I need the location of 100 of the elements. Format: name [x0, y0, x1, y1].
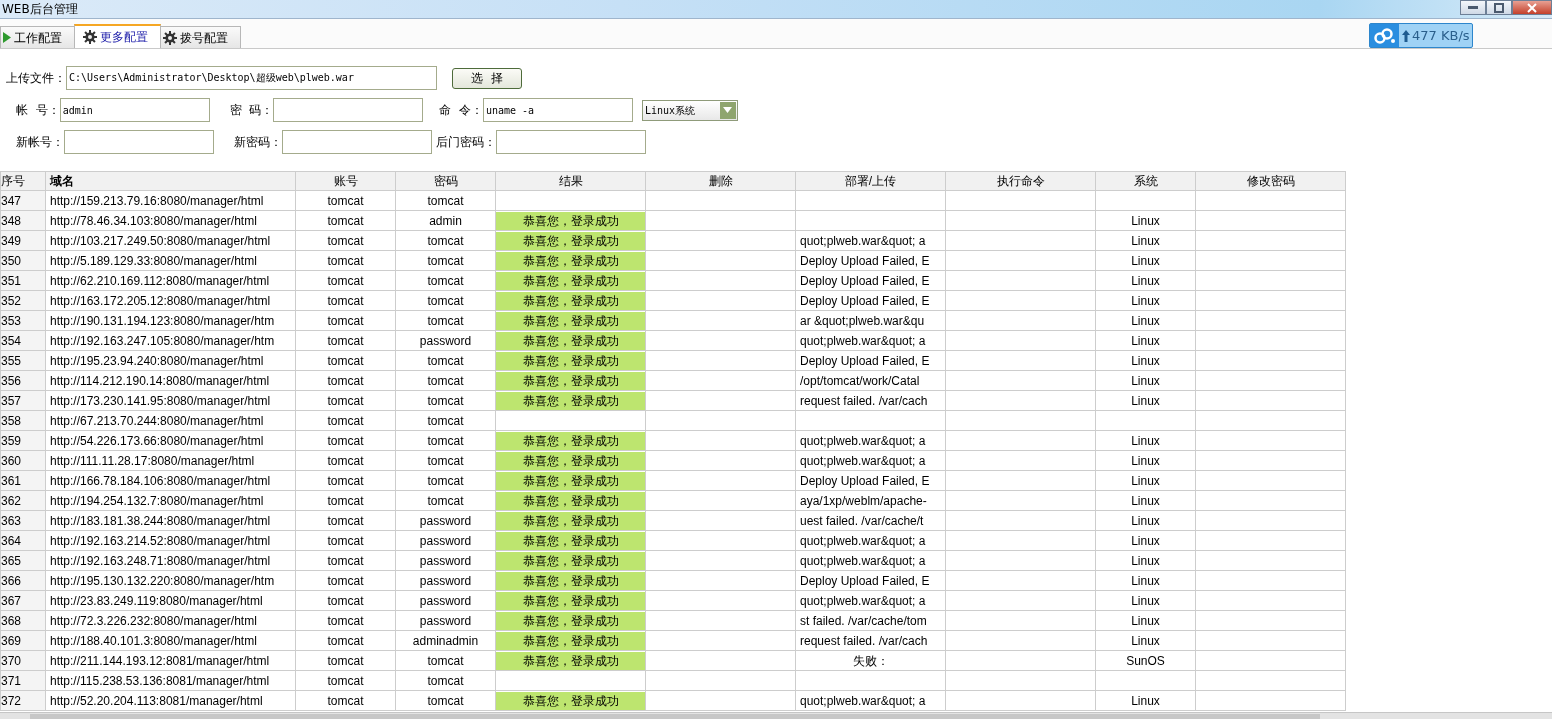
link-icon	[1373, 27, 1396, 44]
column-header[interactable]: 删除	[645, 171, 796, 191]
success-status: 恭喜您，登录成功	[496, 531, 645, 550]
table-cell: http://72.3.226.232:8080/manager/html	[45, 610, 296, 631]
column-header[interactable]: 序号	[0, 171, 46, 191]
table-cell: http://192.163.248.71:8080/manager/html	[45, 550, 296, 571]
file-path-field[interactable]: C:\Users\Administrator\Desktop\超级web\plweb.war	[66, 66, 437, 90]
table-cell: tomcat	[295, 370, 396, 391]
table-cell: tomcat	[295, 670, 396, 691]
column-header[interactable]: 结果	[495, 171, 646, 191]
close-button[interactable]	[1512, 0, 1552, 15]
table-cell: tomcat	[295, 190, 396, 211]
tab[interactable]: 更多配置	[74, 24, 161, 48]
table-cell: http://111.11.28.17:8080/manager/html	[45, 450, 296, 471]
success-status: 恭喜您，登录成功	[496, 231, 645, 250]
backdoor-password-field[interactable]	[496, 130, 646, 154]
table-cell: Linux	[1131, 393, 1160, 408]
table-cell: Linux	[1131, 333, 1160, 348]
column-header[interactable]: 系统	[1095, 171, 1196, 191]
tab[interactable]: 工作配置	[0, 26, 75, 48]
table-cell: http://192.163.247.105:8080/manager/htm	[45, 330, 296, 351]
column-header[interactable]: 修改密码	[1195, 171, 1346, 191]
tab[interactable]: 拨号配置	[160, 26, 241, 48]
table-cell: tomcat	[395, 490, 496, 511]
row-number: 347	[0, 190, 46, 211]
success-status: 恭喜您，登录成功	[496, 451, 645, 470]
table-cell: http://192.163.214.52:8080/manager/html	[45, 530, 296, 551]
table-cell: /opt/tomcat/work/Catal	[800, 373, 920, 388]
table-cell: http://115.238.53.136:8081/manager/html	[45, 670, 296, 691]
row-number: 353	[0, 310, 46, 331]
upload-speed: 477 KB/s	[1412, 26, 1470, 45]
field-label: 密 码：	[229, 102, 274, 119]
column-header[interactable]: 域名	[45, 171, 296, 191]
table-cell: Linux	[1131, 593, 1160, 608]
table-cell: tomcat	[295, 570, 396, 591]
field-label: 新密码：	[234, 134, 282, 151]
command-field[interactable]: uname -a	[482, 98, 633, 122]
row-number: 367	[0, 590, 46, 611]
row-number: 368	[0, 610, 46, 631]
column-header[interactable]: 执行命令	[945, 171, 1096, 191]
new-account-field[interactable]	[64, 130, 214, 154]
table-cell: tomcat	[295, 510, 396, 531]
table-cell: Linux	[1131, 453, 1160, 468]
table-cell: Linux	[1131, 553, 1160, 568]
table-cell: Linux	[1131, 253, 1160, 268]
password-field[interactable]	[273, 98, 424, 122]
success-status: 恭喜您，登录成功	[496, 251, 645, 270]
gear-icon	[83, 30, 97, 44]
choose-button[interactable]: 选 择	[452, 67, 522, 89]
table-cell: tomcat	[395, 390, 496, 411]
table-cell: quot;plweb.war&quot; a	[800, 453, 926, 468]
account-field[interactable]: admin	[59, 98, 210, 122]
column-header[interactable]: 密码	[395, 171, 496, 191]
horizontal-scrollbar[interactable]	[0, 712, 1552, 719]
success-status: 恭喜您，登录成功	[496, 351, 645, 370]
row-number: 355	[0, 350, 46, 371]
row-number: 358	[0, 410, 46, 431]
table-cell: ar &quot;plweb.war&qu	[800, 313, 925, 328]
table-cell: Linux	[1131, 573, 1160, 588]
table-cell: http://194.254.132.7:8080/manager/html	[45, 490, 296, 511]
table-cell: tomcat	[395, 350, 496, 371]
minimize-button[interactable]	[1460, 0, 1486, 15]
restore-button[interactable]	[1486, 0, 1512, 15]
table-cell: http://5.189.129.33:8080/manager/html	[45, 250, 296, 271]
table-cell: http://67.213.70.244:8080/manager/html	[45, 410, 296, 431]
table-cell: tomcat	[395, 230, 496, 251]
row-number: 362	[0, 490, 46, 511]
success-status: 恭喜您，登录成功	[496, 631, 645, 650]
row-number: 350	[0, 250, 46, 271]
table-cell: tomcat	[295, 410, 396, 431]
success-status: 恭喜您，登录成功	[496, 611, 645, 630]
table-cell: quot;plweb.war&quot; a	[800, 533, 926, 548]
table-cell: password	[395, 610, 496, 631]
table-cell: tomcat	[295, 530, 396, 551]
column-header[interactable]: 账号	[295, 171, 396, 191]
up-arrow-icon	[1402, 29, 1410, 42]
table-cell: Deploy Upload Failed, E	[800, 293, 930, 308]
table-cell: tomcat	[395, 670, 496, 691]
success-status: 恭喜您，登录成功	[496, 391, 645, 410]
new-password-field[interactable]	[282, 130, 432, 154]
system-dropdown[interactable]: Linux系统	[641, 99, 738, 121]
table-cell: quot;plweb.war&quot; a	[800, 333, 926, 348]
table-cell: tomcat	[395, 650, 496, 671]
success-status: 恭喜您，登录成功	[496, 431, 645, 450]
table-cell: Linux	[1131, 533, 1160, 548]
column-header[interactable]: 部署/上传	[795, 171, 946, 191]
table-cell: password	[395, 330, 496, 351]
table-cell: Deploy Upload Failed, E	[800, 573, 930, 588]
table-cell: Linux	[1131, 613, 1160, 628]
row-number: 360	[0, 450, 46, 471]
table-cell: Linux	[1131, 513, 1160, 528]
field-label: 命 令：	[439, 102, 483, 119]
table-cell: Deploy Upload Failed, E	[800, 353, 930, 368]
table-cell: http://54.226.173.66:8080/manager/html	[45, 430, 296, 451]
table-cell: Linux	[1131, 473, 1160, 488]
dropdown-caret-icon	[723, 107, 733, 113]
row-number: 369	[0, 630, 46, 651]
success-status: 恭喜您，登录成功	[496, 551, 645, 570]
table-cell: aya/1xp/weblm/apache-	[800, 493, 927, 508]
table-cell: http://103.217.249.50:8080/manager/html	[45, 230, 296, 251]
